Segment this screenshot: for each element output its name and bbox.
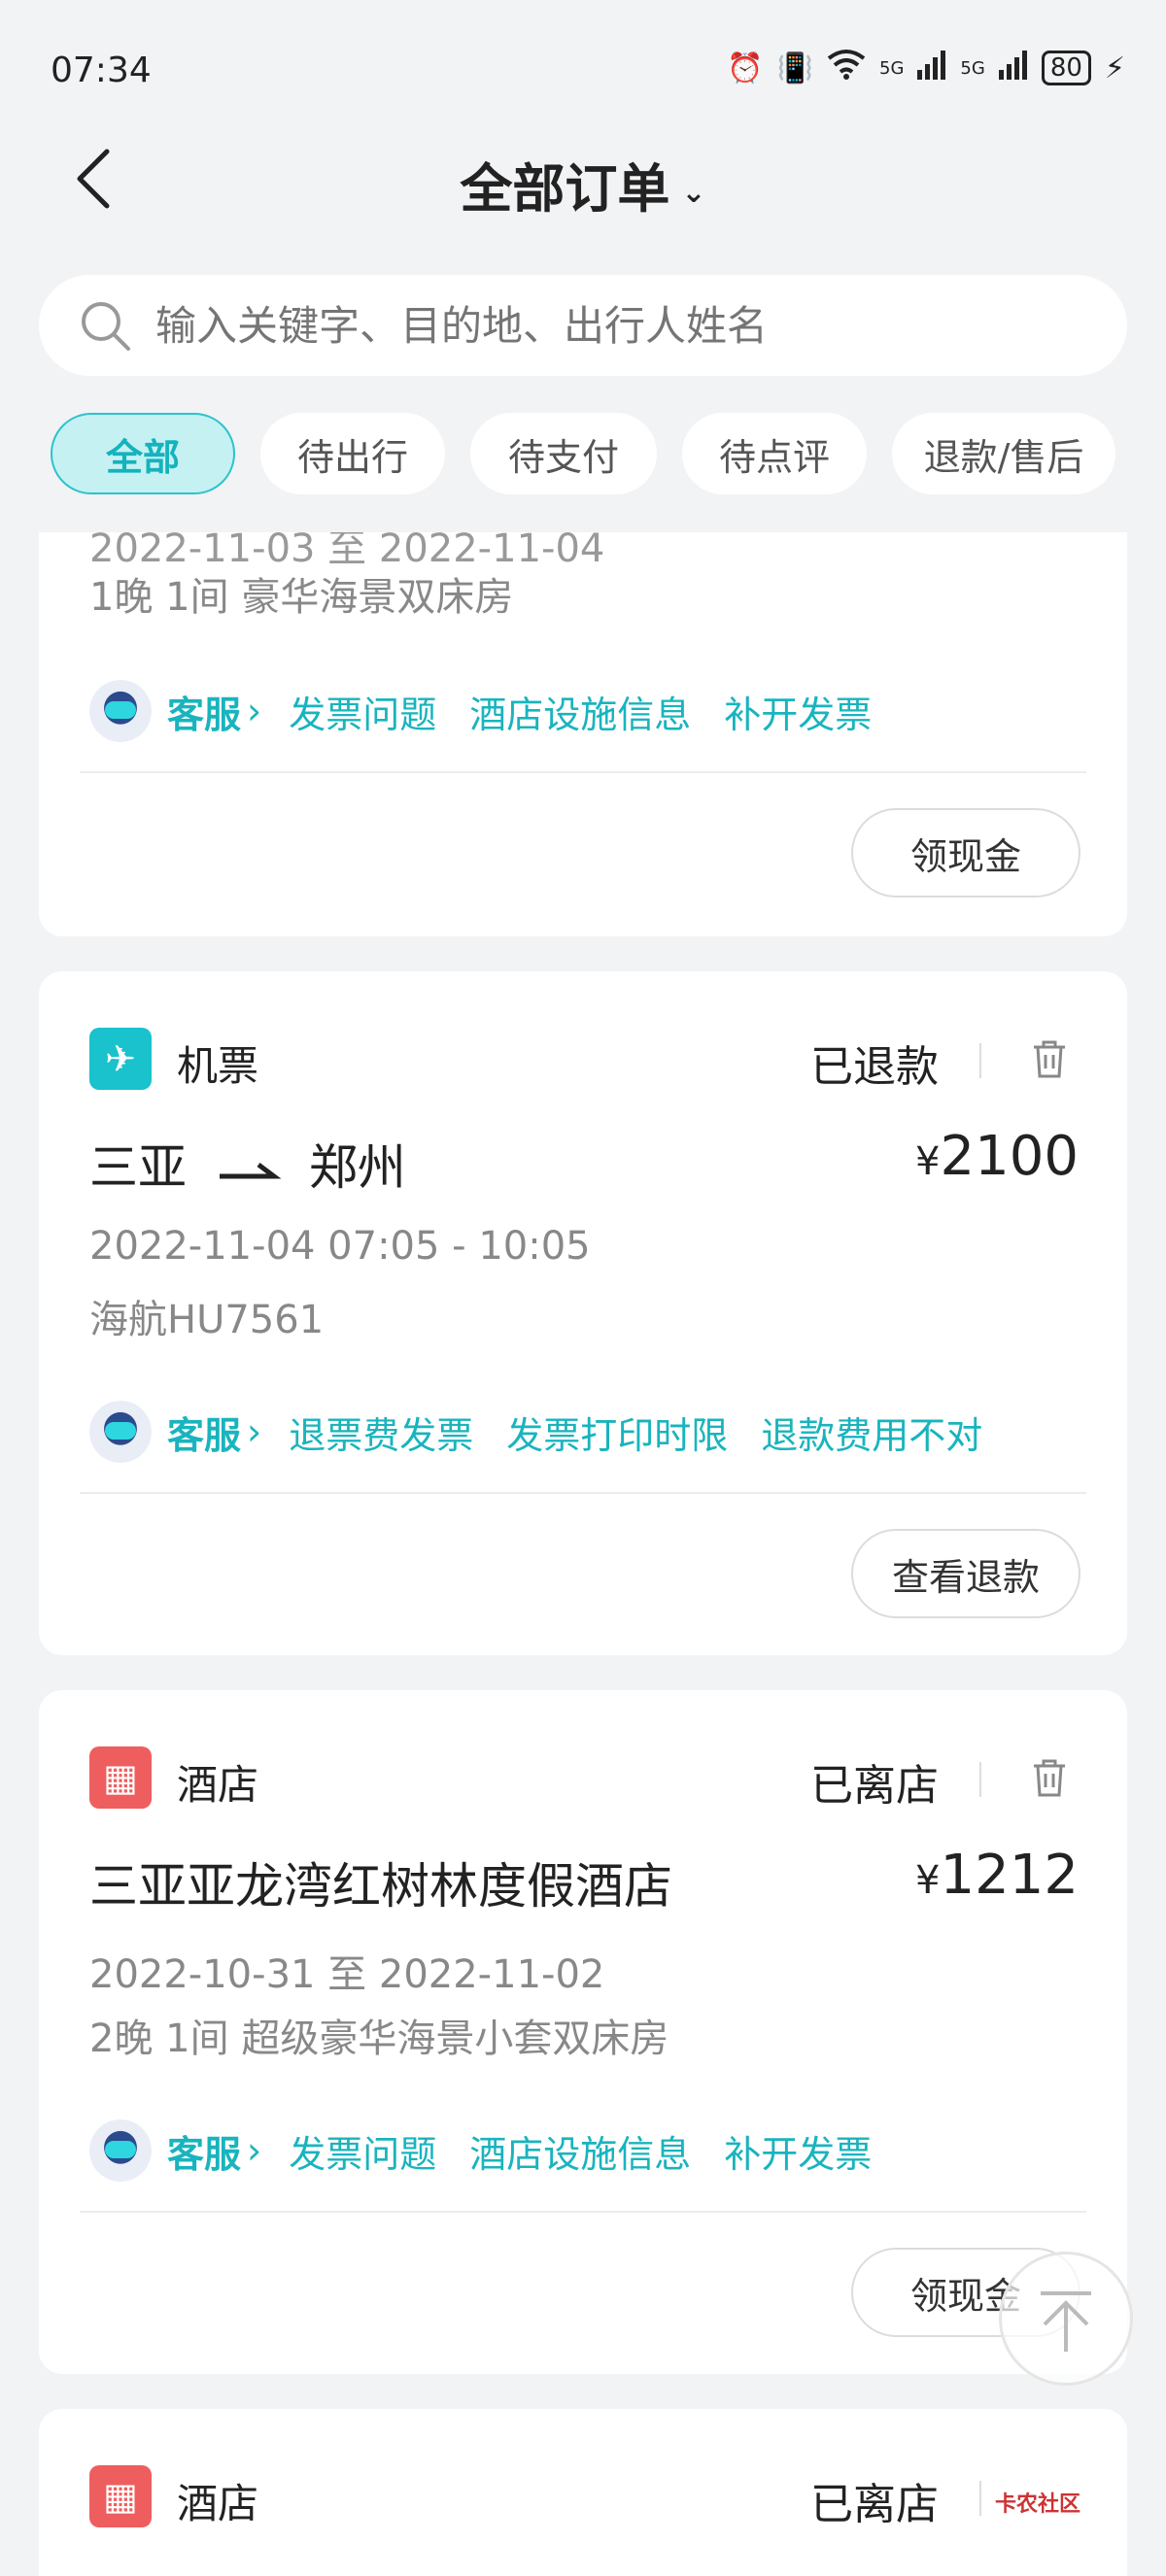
tab-all[interactable]: 全部: [51, 413, 235, 494]
divider: [80, 771, 1086, 773]
price-value: 1212: [940, 1844, 1079, 1907]
back-to-top-button[interactable]: [999, 2252, 1133, 2386]
service-link[interactable]: 退票费发票: [289, 1406, 473, 1459]
order-type: 酒店: [177, 2480, 259, 2527]
tab-pending-review[interactable]: 待点评: [682, 413, 867, 494]
signal-icon-2: 5G: [960, 57, 985, 79]
customer-service-link[interactable]: 客服: [167, 685, 241, 738]
robot-icon: [89, 1401, 152, 1463]
order-price: ¥1212: [915, 1844, 1079, 1907]
hotel-icon: ▦: [89, 2465, 152, 2527]
signal-bars-icon-2: [998, 49, 1028, 87]
airplane-icon: ✈: [89, 1028, 152, 1090]
charging-icon: ⚡: [1104, 51, 1125, 85]
order-type: 酒店: [177, 1761, 259, 1809]
one-way-arrow-icon: [219, 1162, 282, 1178]
order-price: ¥2100: [915, 1125, 1079, 1188]
service-link[interactable]: 补开发票: [724, 2124, 872, 2178]
divider: [979, 1043, 981, 1078]
order-status: 已离店: [810, 1761, 939, 1811]
chevron-right-icon: ›: [247, 2129, 262, 2172]
currency-symbol: ¥: [915, 1858, 941, 1903]
signal-bars-icon-1: [917, 49, 946, 87]
destination-city: 郑州: [308, 1139, 406, 1196]
search-bar[interactable]: [39, 275, 1127, 376]
vibrate-icon: 📳: [776, 51, 814, 85]
service-link[interactable]: 发票问题: [289, 685, 436, 738]
hotel-name: 三亚亚龙湾红树林度假酒店: [89, 1858, 672, 1915]
tab-refund[interactable]: 退款/售后: [892, 413, 1115, 494]
search-input[interactable]: [155, 301, 1088, 350]
tab-upcoming[interactable]: 待出行: [260, 413, 445, 494]
order-type: 机票: [177, 1042, 259, 1090]
trash-icon[interactable]: [1028, 1756, 1071, 1799]
price-value: 2100: [940, 1125, 1079, 1188]
wifi-icon: [827, 49, 866, 87]
arrow-up-icon: [1041, 2291, 1091, 2352]
flight-number: 海航HU7561: [89, 1298, 325, 1342]
service-link[interactable]: 退款费用不对: [761, 1406, 982, 1459]
service-link[interactable]: 酒店设施信息: [469, 2124, 691, 2178]
divider: [80, 2211, 1086, 2213]
page-title[interactable]: 全部订单 ⌄: [0, 146, 1166, 222]
flight-time: 2022-11-04 07:05 - 10:05: [89, 1224, 591, 1269]
page-title-text: 全部订单: [460, 158, 670, 220]
room-info: 1晚 1间 豪华海景双床房: [89, 575, 514, 620]
divider: [979, 2481, 981, 2516]
watermark: 卡农社区: [995, 2492, 1081, 2517]
order-card-flight[interactable]: ✈ 机票 已退款 三亚 郑州 ¥2100 2022-11-04 07:05 - …: [39, 971, 1127, 1655]
hotel-icon: ▦: [89, 1746, 152, 1809]
divider: [979, 1762, 981, 1797]
status-time: 07:34: [51, 51, 152, 90]
divider: [80, 1492, 1086, 1494]
signal-icon-1: 5G: [879, 57, 905, 79]
currency-symbol: ¥: [915, 1139, 941, 1184]
robot-icon: [89, 680, 152, 742]
route: 三亚 郑州: [89, 1129, 406, 1199]
origin-city: 三亚: [89, 1139, 187, 1196]
stay-dates: 2022-10-31 至 2022-11-02: [89, 1952, 605, 1997]
service-link[interactable]: 发票打印时限: [506, 1406, 728, 1459]
search-icon: [82, 302, 130, 351]
order-card-hotel-prev[interactable]: 2022-11-03 至 2022-11-04 1晚 1间 豪华海景双床房 客服…: [39, 532, 1127, 936]
order-card-hotel-next[interactable]: ▦ 酒店 已离店: [39, 2409, 1127, 2576]
service-link[interactable]: 发票问题: [289, 2124, 436, 2178]
service-link[interactable]: 酒店设施信息: [469, 685, 691, 738]
customer-service-link[interactable]: 客服: [167, 2124, 241, 2178]
trash-icon[interactable]: [1028, 1037, 1071, 1080]
status-icons: ⏰ 📳 5G 5G 80 ⚡: [727, 49, 1125, 87]
chevron-right-icon: ›: [247, 690, 262, 732]
get-cash-button[interactable]: 领现金: [851, 808, 1080, 898]
chevron-right-icon: ›: [247, 1410, 262, 1453]
chevron-down-icon: ⌄: [681, 175, 706, 210]
alarm-icon: ⏰: [727, 51, 764, 85]
order-status: 已离店: [810, 2480, 939, 2529]
service-link[interactable]: 补开发票: [724, 685, 872, 738]
order-card-hotel[interactable]: ▦ 酒店 已离店 三亚亚龙湾红树林度假酒店 ¥1212 2022-10-31 至…: [39, 1690, 1127, 2374]
service-row: 客服 › 发票问题 酒店设施信息 补开发票: [89, 680, 905, 742]
order-status: 已退款: [810, 1042, 939, 1092]
tab-pending-payment[interactable]: 待支付: [470, 413, 657, 494]
service-row: 客服 › 发票问题 酒店设施信息 补开发票: [89, 2119, 905, 2182]
battery-icon: 80: [1041, 51, 1091, 85]
service-row: 客服 › 退票费发票 发票打印时限 退款费用不对: [89, 1401, 1015, 1463]
customer-service-link[interactable]: 客服: [167, 1406, 241, 1459]
room-info: 2晚 1间 超级豪华海景小套双床房: [89, 2017, 669, 2061]
view-refund-button[interactable]: 查看退款: [851, 1529, 1080, 1618]
robot-icon: [89, 2119, 152, 2182]
